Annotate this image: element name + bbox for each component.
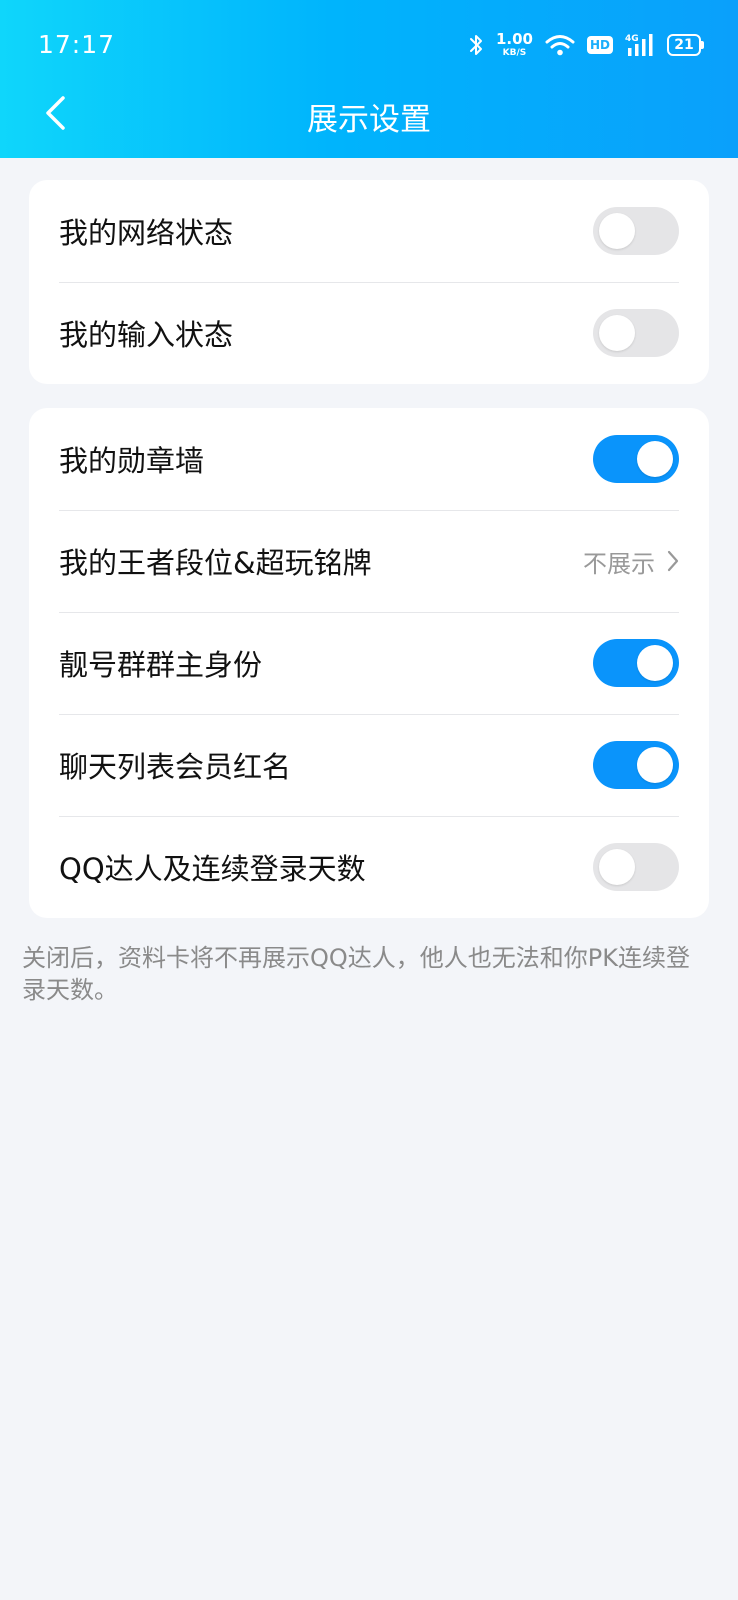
king-rank-value[interactable]: 不展示 [583, 544, 679, 579]
wifi-icon [545, 35, 575, 56]
chevron-right-icon [667, 550, 679, 572]
net-speed-unit: KB/S [502, 48, 527, 58]
setting-row-input-status: 我的输入状态 [29, 282, 709, 384]
settings-group-status: 我的网络状态 我的输入状态 [29, 180, 709, 384]
battery-level: 21 [667, 34, 701, 56]
qq-expert-toggle[interactable] [593, 843, 679, 891]
net-speed-value: 1.00 [495, 30, 533, 48]
setting-label: 靓号群群主身份 [59, 648, 263, 682]
setting-row-red-name: 聊天列表会员红名 [29, 714, 709, 816]
net-speed: 1.00 KB/S [496, 32, 533, 58]
setting-label: 聊天列表会员红名 [59, 750, 292, 784]
header: 17:17 1.00 KB/S HD 4G 21 展示设置 [0, 0, 738, 158]
network-status-toggle[interactable] [593, 207, 679, 255]
settings-group-display: 我的勋章墙 我的王者段位&超玩铭牌 不展示 靓号群群主身份 聊天列表会员红名 Q… [29, 408, 709, 918]
input-status-toggle[interactable] [593, 309, 679, 357]
setting-label: 我的勋章墙 [59, 444, 205, 478]
medal-wall-toggle[interactable] [593, 435, 679, 483]
king-rank-value-text: 不展示 [583, 549, 655, 578]
page-title: 展示设置 [307, 102, 431, 138]
status-icons: 1.00 KB/S HD 4G 21 [468, 28, 704, 62]
setting-row-medal-wall: 我的勋章墙 [29, 408, 709, 510]
battery-icon: 21 [667, 34, 704, 56]
status-bar: 17:17 1.00 KB/S HD 4G 21 [0, 0, 738, 90]
bluetooth-icon [469, 35, 482, 55]
red-name-toggle[interactable] [593, 741, 679, 789]
vip-group-owner-toggle[interactable] [593, 639, 679, 687]
setting-label: 我的输入状态 [59, 318, 234, 352]
nav-bar: 展示设置 [0, 78, 738, 148]
hd-badge: HD [586, 36, 613, 54]
footer-note: 关闭后，资料卡将不再展示QQ达人，他人也无法和你PK连续登录天数。 [22, 944, 690, 1004]
setting-row-vip-group-owner: 靓号群群主身份 [29, 612, 709, 714]
signal-label: 4G [625, 34, 639, 44]
setting-label: 我的网络状态 [59, 216, 234, 250]
setting-row-network-status: 我的网络状态 [29, 180, 709, 282]
setting-label: 我的王者段位&超玩铭牌 [59, 546, 372, 580]
status-time: 17:17 [38, 30, 116, 59]
cellular-signal-icon: 4G [625, 34, 653, 56]
setting-row-king-rank[interactable]: 我的王者段位&超玩铭牌 不展示 [29, 510, 709, 612]
setting-label: QQ达人及连续登录天数 [59, 852, 366, 886]
setting-row-qq-expert: QQ达人及连续登录天数 [29, 816, 709, 918]
